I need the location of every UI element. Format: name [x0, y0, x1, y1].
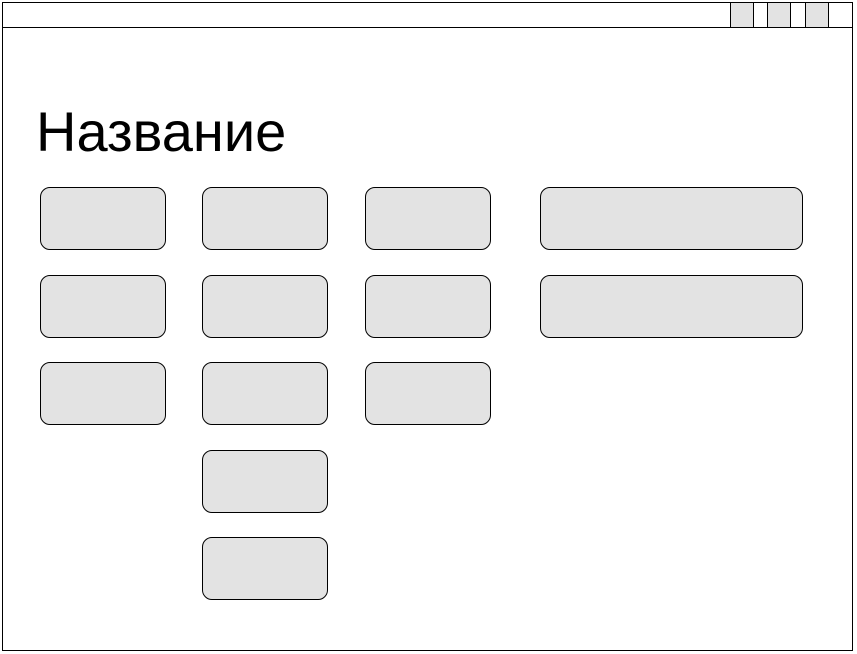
- title-bar-separator: [753, 3, 767, 27]
- tile-col3-row1[interactable]: [365, 187, 491, 250]
- title-bar: [3, 3, 852, 28]
- tile-col2-row1[interactable]: [202, 187, 328, 250]
- tile-col1-row3[interactable]: [40, 362, 166, 425]
- tile-col2-row5[interactable]: [202, 537, 328, 600]
- tile-col1-row1[interactable]: [40, 187, 166, 250]
- tile-col3-row3[interactable]: [365, 362, 491, 425]
- minimize-button[interactable]: [730, 3, 753, 27]
- title-bar-separator: [790, 3, 804, 27]
- tile-col2-row4[interactable]: [202, 450, 328, 513]
- tile-col2-row3[interactable]: [202, 362, 328, 425]
- tile-col3-row2[interactable]: [365, 275, 491, 338]
- wide-tile-row1[interactable]: [540, 187, 803, 250]
- maximize-button[interactable]: [767, 3, 790, 27]
- tile-col2-row2[interactable]: [202, 275, 328, 338]
- page-title: Название: [36, 100, 287, 163]
- title-bar-separator: [828, 3, 852, 27]
- tile-col1-row2[interactable]: [40, 275, 166, 338]
- close-button[interactable]: [805, 3, 828, 27]
- wide-tile-row2[interactable]: [540, 275, 803, 338]
